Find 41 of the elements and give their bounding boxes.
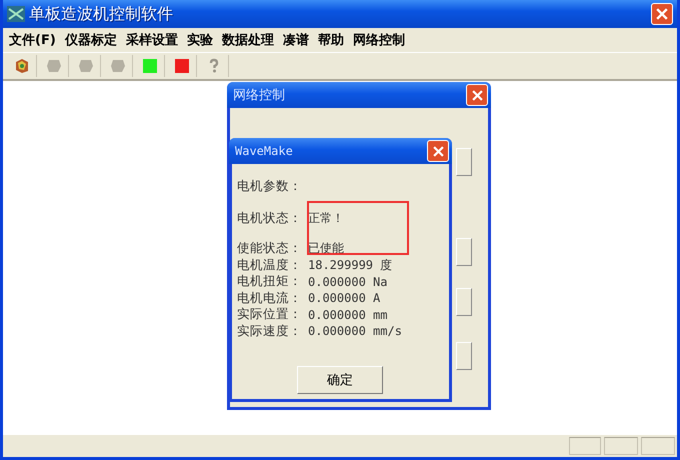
start-icon [142,58,158,74]
menu-item[interactable]: 文件(F) [9,31,56,49]
field-value: 18.299999 度 [308,256,392,274]
close-icon [472,90,482,100]
menu-item[interactable]: 帮助 [318,31,344,49]
field-value: 正常！ [308,210,344,227]
field-label: 使能状态： [237,240,302,258]
field-value: 0.000000 mm/s [308,324,402,338]
window-title: 单板造波机控制软件 [29,4,174,24]
close-icon [432,146,444,156]
field-label: 电机状态： [237,210,302,227]
stop-icon [174,58,190,74]
close-icon [656,8,668,20]
status-pane [641,437,675,455]
status-pane [604,437,638,455]
field-label: 电机温度： [237,256,302,274]
menu-item[interactable]: 仪器标定 [64,31,117,49]
dialog-title: WaveMake [235,144,293,158]
status-pane [569,437,601,455]
blank-icon [78,58,94,74]
menu-item[interactable]: 凑谱 [282,31,309,49]
field-value: 0.000000 mm [308,308,388,322]
menu-item[interactable]: 数据处理 [222,31,274,49]
blank-icon [46,58,62,74]
close-button[interactable] [427,140,449,162]
field-label: 实际位置： [237,306,302,324]
dialog-title: 网络控制 [233,87,285,104]
menu-item[interactable]: 采样设置 [126,31,178,49]
menu-item[interactable]: 实验 [186,31,213,49]
field-label: 电机扭矩： [237,273,302,290]
blank-icon [110,58,126,74]
field-label: 电机电流： [237,290,302,307]
section-label: 电机参数： [237,178,303,195]
field-value: 0.000000 A [308,291,380,306]
ok-button[interactable]: 确定 [297,366,383,394]
field-value: 0.000000 Na [308,274,388,289]
close-button[interactable] [466,84,488,106]
menu-item[interactable]: 网络控制 [352,31,405,49]
field-label: 实际速度： [237,322,302,340]
app-icon [7,6,25,22]
close-button[interactable] [651,3,673,25]
